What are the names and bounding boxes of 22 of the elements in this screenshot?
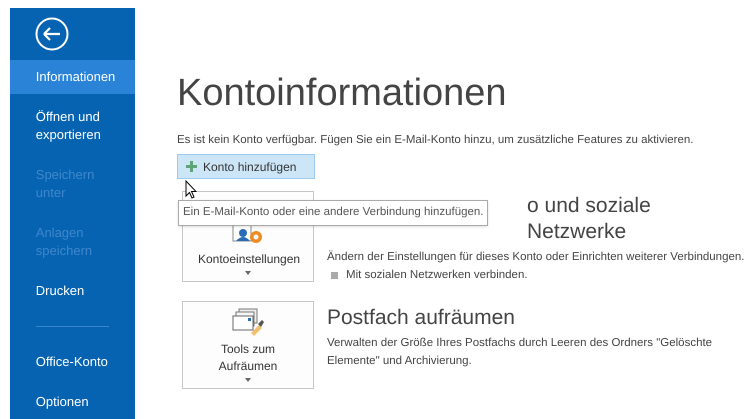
- tooltip: Ein E-Mail-Konto oder eine andere Verbindung hinzufügen.: [178, 200, 488, 226]
- cleanup-tools-button[interactable]: Tools zum Aufräumen: [182, 300, 314, 388]
- info-message: Es ist kein Konto verfügbar. Fügen Sie ein E-Mail-Konto hinzu, um zusätzliche Features zu aktivieren.: [177, 133, 694, 148]
- sidebar-item[interactable]: Öffnen und exportieren: [10, 100, 135, 152]
- dropdown-caret-icon: [245, 378, 251, 382]
- sidebar-item[interactable]: Drucken: [10, 274, 135, 308]
- plus-icon: [186, 161, 197, 172]
- mail-broom-icon: [231, 306, 265, 336]
- section-heading: o und soziale Netzwerke: [527, 193, 652, 246]
- sidebar-item[interactable]: Informationen: [10, 60, 135, 94]
- section-description: Verwalten der Größe Ihres Postfachs durch Leeren des Ordners "Gelöschte Elemente" und Archivierung.: [327, 336, 714, 368]
- sidebar-item[interactable]: Office-Konto: [10, 345, 135, 379]
- page-title: Kontoinformationen: [177, 71, 508, 116]
- section-heading: Postfach aufräumen: [327, 304, 516, 330]
- bullet-text: Mit sozialen Netzwerken verbinden.: [346, 268, 528, 284]
- dropdown-caret-icon: [245, 271, 251, 276]
- bullet-icon: [331, 272, 338, 280]
- back-icon[interactable]: [34, 17, 69, 51]
- sidebar-item[interactable]: Optionen: [10, 385, 135, 419]
- add-account-button[interactable]: Konto hinzufügen: [177, 154, 315, 180]
- section-description: Ändern der Einstellungen für dieses Konto oder Einrichten weiterer Verbindungen.: [327, 249, 746, 266]
- mouse-pointer-icon: [185, 180, 197, 199]
